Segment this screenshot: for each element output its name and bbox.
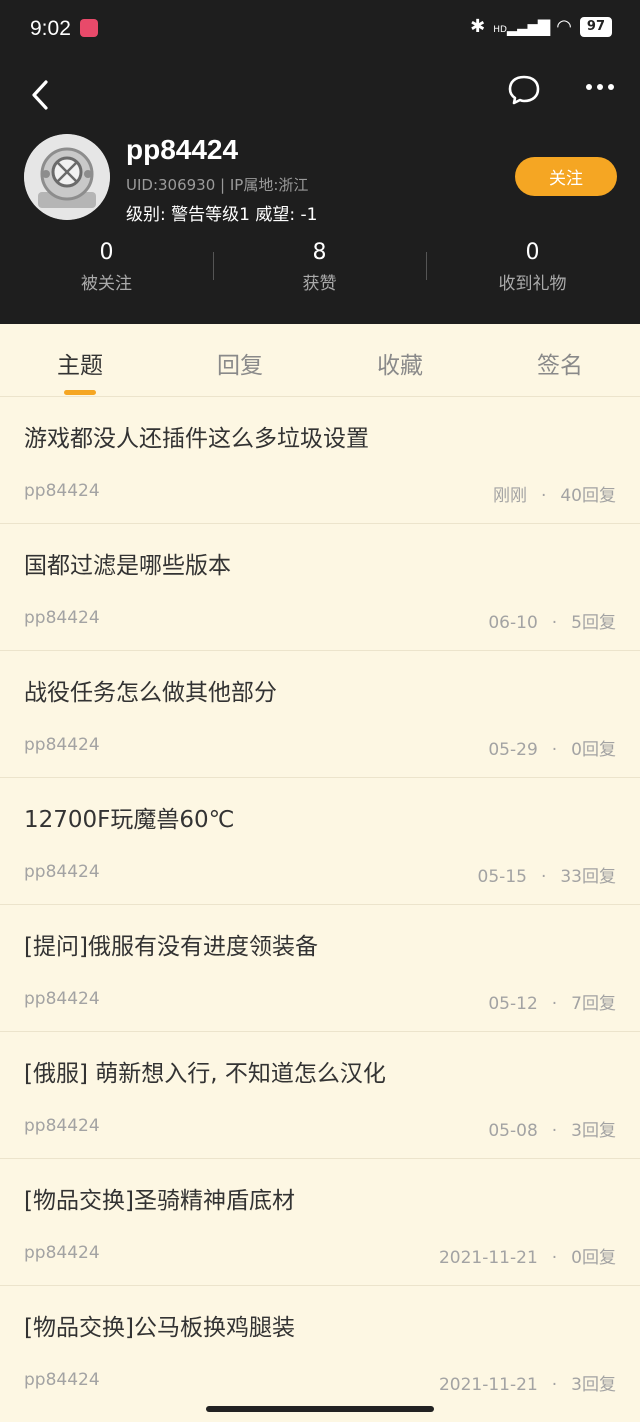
post-author: pp84424	[24, 735, 100, 755]
post-meta: 06-10 · 5回复	[488, 613, 616, 633]
post-replies: 40回复	[560, 486, 616, 506]
list-item[interactable]: 游戏都没人还插件这么多垃圾设置 pp84424 刚刚 · 40回复	[0, 397, 640, 524]
message-button[interactable]	[506, 68, 542, 108]
post-author: pp84424	[24, 1116, 100, 1136]
user-level: 级别: 警告等级1 威望: -1	[126, 205, 318, 225]
post-author: pp84424	[24, 608, 100, 628]
post-time: 06-10	[488, 613, 538, 633]
signal-icon: HD▂▃▅▇	[493, 17, 550, 36]
post-time: 05-08	[488, 1121, 538, 1141]
tab-topics[interactable]: 主题	[20, 346, 140, 380]
uid-location: UID:306930 | IP属地:浙江	[126, 176, 309, 194]
post-time: 刚刚	[492, 486, 527, 506]
post-meta: 2021-11-21 · 3回复	[438, 1375, 616, 1395]
post-replies: 7回复	[571, 994, 616, 1014]
chat-bubble-icon	[508, 75, 540, 105]
stat-gifts[interactable]: 0 收到礼物	[426, 240, 639, 294]
post-author: pp84424	[24, 481, 100, 501]
post-title: [物品交换]公马板换鸡腿装	[24, 1315, 295, 1341]
stat-value: 0	[99, 240, 114, 265]
post-time: 2021-11-21	[438, 1248, 538, 1268]
post-time: 05-15	[477, 867, 527, 887]
post-title: [俄服] 萌新想入行, 不知道怎么汉化	[24, 1061, 386, 1087]
post-replies: 3回复	[571, 1375, 616, 1395]
list-item[interactable]: [俄服] 萌新想入行, 不知道怎么汉化 pp84424 05-08 · 3回复	[0, 1032, 640, 1159]
bluetooth-icon: ✱	[470, 16, 486, 37]
post-title: 国都过滤是哪些版本	[24, 553, 231, 579]
post-replies: 0回复	[571, 1248, 616, 1268]
post-title: [物品交换]圣骑精神盾底材	[24, 1188, 295, 1214]
more-dots-icon	[586, 84, 614, 90]
active-tab-indicator	[64, 390, 96, 395]
avatar[interactable]	[24, 134, 110, 220]
list-item[interactable]: [提问]俄服有没有进度领装备 pp84424 05-12 · 7回复	[0, 905, 640, 1032]
profile-header: pp84424 UID:306930 | IP属地:浙江 级别: 警告等级1 威…	[0, 60, 640, 324]
diving-helmet-avatar-icon	[24, 134, 110, 220]
status-time: 9:02	[30, 17, 71, 40]
tab-replies[interactable]: 回复	[180, 346, 300, 380]
post-meta: 05-08 · 3回复	[488, 1121, 616, 1141]
post-author: pp84424	[24, 1243, 100, 1263]
stat-label: 收到礼物	[498, 274, 567, 294]
stat-value: 0	[525, 240, 540, 265]
post-time: 05-29	[488, 740, 538, 760]
list-item[interactable]: 战役任务怎么做其他部分 pp84424 05-29 · 0回复	[0, 651, 640, 778]
home-indicator[interactable]	[206, 1406, 434, 1412]
list-item[interactable]: 12700F玩魔兽60℃ pp84424 05-15 · 33回复	[0, 778, 640, 905]
stat-followers[interactable]: 0 被关注	[0, 240, 213, 294]
stat-likes[interactable]: 8 获赞	[213, 240, 426, 294]
status-icons: ✱ HD▂▃▅▇ ◠ 97	[470, 16, 612, 37]
list-item[interactable]: [物品交换]公马板换鸡腿装 pp84424 2021-11-21 · 3回复	[0, 1286, 640, 1412]
stat-label: 被关注	[81, 274, 132, 294]
stat-label: 获赞	[302, 274, 337, 294]
post-meta: 05-15 · 33回复	[477, 867, 616, 887]
post-author: pp84424	[24, 862, 100, 882]
profile-tabs: 主题 回复 收藏 签名	[0, 324, 640, 397]
post-author: pp84424	[24, 989, 100, 1009]
post-meta: 2021-11-21 · 0回复	[438, 1248, 616, 1268]
post-time: 05-12	[488, 994, 538, 1014]
post-replies: 0回复	[571, 740, 616, 760]
chevron-left-icon	[32, 80, 48, 110]
app-notification-icon	[80, 19, 98, 37]
stat-value: 8	[312, 240, 327, 265]
post-meta: 05-29 · 0回复	[488, 740, 616, 760]
post-replies: 33回复	[560, 867, 616, 887]
post-meta: 刚刚 · 40回复	[492, 486, 616, 506]
status-bar: 9:02 ✱ HD▂▃▅▇ ◠ 97	[0, 0, 640, 60]
back-button[interactable]	[24, 70, 60, 118]
more-options-button[interactable]	[580, 72, 620, 102]
username: pp84424	[126, 134, 239, 165]
post-title: 游戏都没人还插件这么多垃圾设置	[24, 426, 369, 452]
post-meta: 05-12 · 7回复	[488, 994, 616, 1014]
tab-signature[interactable]: 签名	[500, 346, 620, 380]
post-title: [提问]俄服有没有进度领装备	[24, 934, 318, 960]
battery-icon: 97	[579, 16, 612, 37]
post-replies: 3回复	[571, 1121, 616, 1141]
follow-button[interactable]: 关注	[515, 157, 617, 196]
post-list: 游戏都没人还插件这么多垃圾设置 pp84424 刚刚 · 40回复 国都过滤是哪些版…	[0, 397, 640, 1412]
tab-favorites[interactable]: 收藏	[340, 346, 460, 380]
post-time: 2021-11-21	[438, 1375, 538, 1395]
post-title: 战役任务怎么做其他部分	[24, 680, 277, 706]
post-replies: 5回复	[571, 613, 616, 633]
list-item[interactable]: [物品交换]圣骑精神盾底材 pp84424 2021-11-21 · 0回复	[0, 1159, 640, 1286]
post-title: 12700F玩魔兽60℃	[24, 807, 235, 833]
post-author: pp84424	[24, 1370, 100, 1390]
profile-stats: 0 被关注 8 获赞 0 收到礼物	[0, 240, 640, 300]
wifi-icon: ◠	[556, 16, 572, 37]
list-item[interactable]: 国都过滤是哪些版本 pp84424 06-10 · 5回复	[0, 524, 640, 651]
